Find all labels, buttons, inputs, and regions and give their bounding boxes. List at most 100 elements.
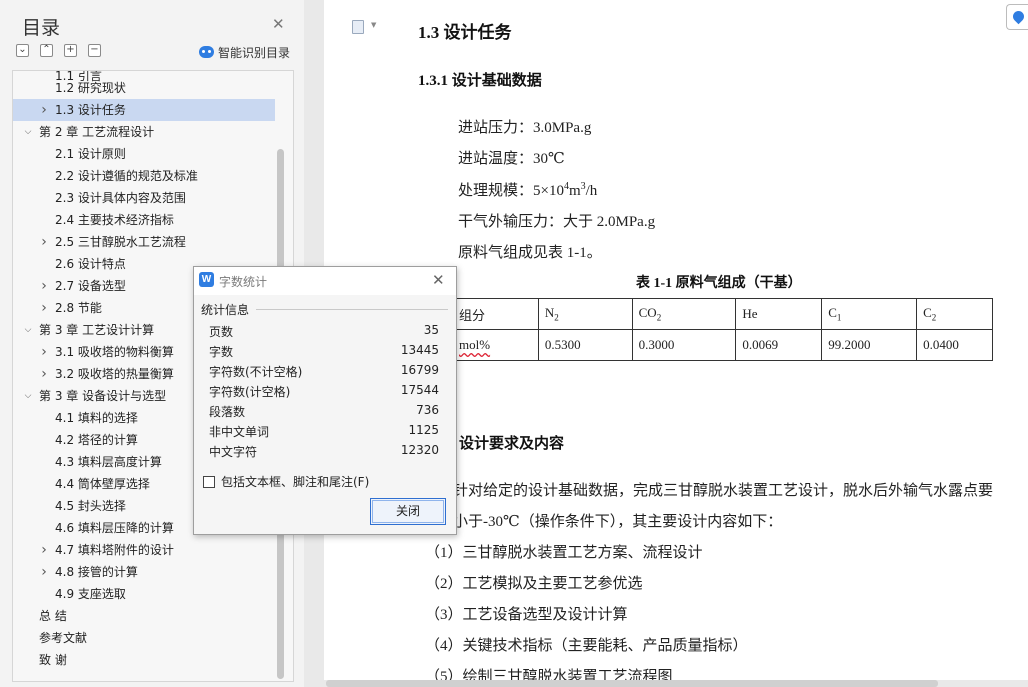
stat-label: 非中文单词 xyxy=(209,425,270,439)
collapsed-chevron-icon[interactable]: › xyxy=(39,561,49,583)
stat-value: 736 xyxy=(416,403,439,417)
stat-value: 12320 xyxy=(400,443,439,457)
collapse-all-icon[interactable]: ⌄ xyxy=(16,44,29,57)
table-cell: mol% xyxy=(452,329,539,361)
section-divider xyxy=(256,309,448,310)
collapsed-chevron-icon[interactable]: › xyxy=(39,275,49,297)
toc-item-label: 第 3 章 工艺设计计算 xyxy=(39,323,155,337)
close-button[interactable]: 关闭 xyxy=(370,498,446,525)
toc-close-icon[interactable]: ✕ xyxy=(272,15,285,33)
toc-item-label: 4.5 封头选择 xyxy=(55,499,126,513)
dialog-close-icon[interactable]: ✕ xyxy=(432,271,445,289)
toc-item-label: 致 谢 xyxy=(39,653,67,667)
toc-item[interactable]: › 2.5 三甘醇脱水工艺流程 xyxy=(13,231,275,253)
stats-section-label: 统计信息 xyxy=(201,303,250,317)
stat-row-pages: 页数 35 xyxy=(209,323,439,343)
para-composition: 原料气组成见表 1-1。 xyxy=(458,245,602,261)
para-requirement-2: 小于-30℃（操作条件下），其主要设计内容如下： xyxy=(453,514,783,530)
toc-item-label: 2.1 设计原则 xyxy=(55,147,126,161)
toc-item-label: 参考文献 xyxy=(39,631,88,645)
cell-text: N xyxy=(544,305,555,321)
stat-value: 16799 xyxy=(400,363,439,377)
table-cell: 0.0069 xyxy=(735,329,823,361)
collapsed-chevron-icon[interactable]: › xyxy=(39,297,49,319)
stat-label: 字数 xyxy=(209,345,234,359)
collapsed-chevron-icon[interactable]: › xyxy=(39,539,49,561)
checkbox-label: 包括文本框、脚注和尾注(F) xyxy=(221,475,370,489)
table-cell: 99.2000 xyxy=(821,329,918,361)
toc-item-label: 4.3 填料层高度计算 xyxy=(55,455,162,469)
stat-row-chars-with-spaces: 字符数(计空格) 17544 xyxy=(209,383,439,403)
cell-sub: 2 xyxy=(554,312,559,323)
toc-item-label: 1.2 研究现状 xyxy=(55,81,126,95)
toc-item[interactable]: 1.2 研究现状 xyxy=(13,77,275,99)
cell-text: 0.3000 xyxy=(638,337,675,352)
document-icon[interactable] xyxy=(352,20,364,34)
checkbox-box[interactable] xyxy=(203,475,215,488)
toc-item[interactable]: 致 谢 xyxy=(13,649,275,671)
expanded-chevron-icon[interactable]: ⌵ xyxy=(23,319,33,341)
toc-item-label: 第 3 章 设备设计与选型 xyxy=(39,389,167,403)
expand-all-icon[interactable]: ⌃ xyxy=(40,44,53,57)
stat-row-paragraphs: 段落数 736 xyxy=(209,403,439,423)
stat-label: 中文字符 xyxy=(209,445,258,459)
toc-item[interactable]: 2.4 主要技术经济指标 xyxy=(13,209,275,231)
table-row: mol% 0.5300 0.3000 0.0069 99.2000 0.0400 xyxy=(452,329,993,361)
cell-text: He xyxy=(742,306,758,321)
cell-text: 0.0069 xyxy=(742,337,779,352)
heading-1-3: 1.3 设计任务 xyxy=(418,23,512,42)
table-cell: 0.5300 xyxy=(537,329,633,361)
toc-item[interactable]: › 4.7 填料塔附件的设计 xyxy=(13,539,275,561)
collapsed-chevron-icon[interactable]: › xyxy=(39,231,49,253)
table-header-row: 组分 N2 CO2 He C1 C2 xyxy=(452,298,993,330)
toc-item-label: 2.6 设计特点 xyxy=(55,257,126,271)
cell-text: C xyxy=(828,305,837,321)
include-footnotes-checkbox[interactable]: 包括文本框、脚注和尾注(F) xyxy=(203,473,369,490)
cell-sub: 1 xyxy=(836,312,842,323)
cell-text: 组分 xyxy=(459,307,486,323)
toc-item-label: 4.6 填料层压降的计算 xyxy=(55,521,174,535)
toc-item-label: 3.2 吸收塔的热量衡算 xyxy=(55,367,174,381)
toc-item-label: 4.8 接管的计算 xyxy=(55,565,138,579)
table-cell: C1 xyxy=(821,298,918,330)
stat-row-chars-no-spaces: 字符数(不计空格) 16799 xyxy=(209,363,439,383)
collapsed-chevron-icon[interactable]: › xyxy=(39,363,49,385)
smart-toc-button[interactable]: 智能识别目录 xyxy=(199,44,290,60)
collapsed-chevron-icon[interactable]: › xyxy=(39,341,49,363)
dropdown-arrow-icon[interactable]: ▼ xyxy=(371,21,376,29)
toc-item[interactable]: 4.9 支座选取 xyxy=(13,583,275,605)
collapsed-chevron-icon[interactable]: › xyxy=(39,99,49,121)
toc-item[interactable]: 2.1 设计原则 xyxy=(13,143,275,165)
toc-item-label: 4.9 支座选取 xyxy=(55,587,126,601)
toc-item[interactable]: › 1.3 设计任务 xyxy=(13,99,275,121)
table-cell: N2 xyxy=(537,298,633,330)
toc-item[interactable]: 2.3 设计具体内容及范围 xyxy=(13,187,275,209)
ai-icon xyxy=(199,46,214,58)
toc-item[interactable]: 总 结 xyxy=(13,605,275,627)
list-item: （3）工艺设备选型及设计计算 xyxy=(425,607,628,623)
table-caption: 表 1-1 原料气组成（干基） xyxy=(636,276,802,291)
expanded-chevron-icon[interactable]: ⌵ xyxy=(23,385,33,407)
heading-1-3-1: 1.3.1 设计基础数据 xyxy=(418,73,542,89)
horizontal-scrollbar[interactable] xyxy=(326,680,938,687)
list-item: （4）关键技术指标（主要能耗、产品质量指标） xyxy=(425,638,748,654)
location-pin-button[interactable] xyxy=(1006,4,1028,30)
table-cell: C2 xyxy=(916,298,993,330)
cell-sub: 2 xyxy=(656,312,662,323)
cell-text: 99.2000 xyxy=(828,337,871,352)
toc-item[interactable]: › 4.8 接管的计算 xyxy=(13,561,275,583)
add-heading-icon[interactable]: + xyxy=(64,44,77,57)
toc-item-label: 4.7 填料塔附件的设计 xyxy=(55,543,174,557)
para-export-pressure: 干气外输压力：大于 2.0MPa.g xyxy=(458,214,656,230)
table-cell: 0.3000 xyxy=(631,329,737,361)
list-item: （1）三甘醇脱水装置工艺方案、流程设计 xyxy=(425,545,703,561)
toc-item-label: 4.4 筒体壁厚选择 xyxy=(55,477,150,491)
expanded-chevron-icon[interactable]: ⌵ xyxy=(23,121,33,143)
toc-item[interactable]: 参考文献 xyxy=(13,627,275,649)
dialog-titlebar[interactable]: W 字数统计 ✕ xyxy=(194,267,456,295)
toc-item[interactable]: 2.2 设计遵循的规范及标准 xyxy=(13,165,275,187)
stat-row-chinese-chars: 中文字符 12320 xyxy=(209,443,439,463)
remove-heading-icon[interactable]: − xyxy=(88,44,101,57)
toc-item[interactable]: ⌵ 第 2 章 工艺流程设计 xyxy=(13,121,275,143)
toc-item-label: 2.5 三甘醇脱水工艺流程 xyxy=(55,235,186,249)
